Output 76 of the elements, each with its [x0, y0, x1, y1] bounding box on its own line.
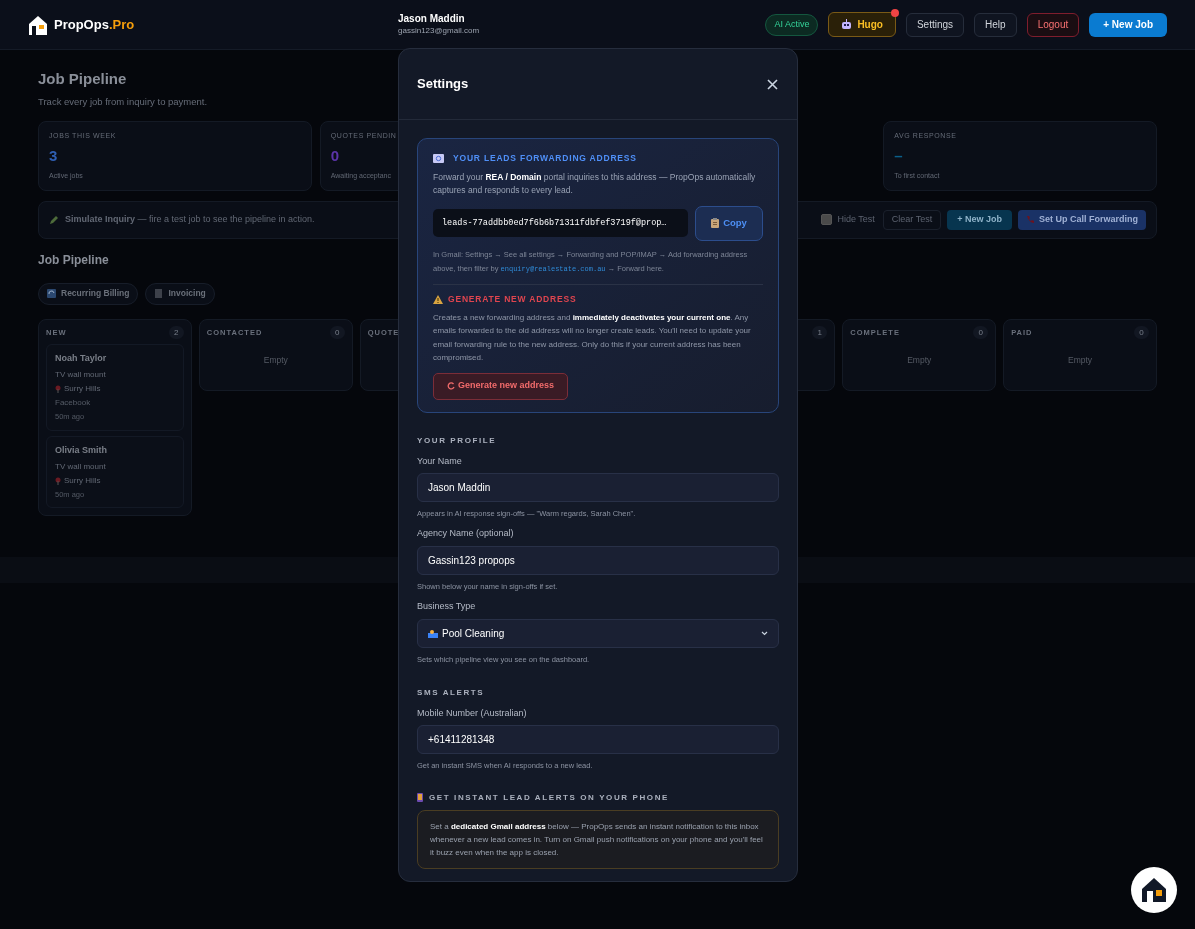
chevron-down-icon: [761, 630, 768, 636]
empty-text: Empty: [1068, 353, 1093, 367]
job-service: TV wall mount: [55, 461, 106, 473]
checkbox[interactable]: [820, 214, 832, 226]
count-badge: 1: [812, 326, 828, 340]
text-field[interactable]: Gassin123 propops: [417, 545, 779, 575]
empty-text: Empty: [263, 353, 288, 367]
logout-button[interactable]: Logout: [1026, 12, 1080, 37]
section-heading: GET INSTANT LEAD ALERTS ON YOUR PHONE: [429, 791, 669, 804]
house-logo-icon: [1139, 875, 1169, 905]
field-label: Mobile Number (Australian): [417, 706, 528, 720]
email-icon: [433, 153, 444, 163]
panel-description: Forward your REA / Domain portal inquiries to this address — PropOps automatically captures and responds to every lead.: [433, 170, 757, 197]
warning-text: Creates a new forwarding address and immediately deactivates your current one. Any emails forwarded to the old address will no longer create leads. You'll need to update your email forwarding rule to the new address. Only do this if your current address has been compromised.: [433, 311, 752, 364]
empty-text: Empty: [907, 353, 932, 367]
count-badge: 0: [329, 326, 345, 340]
logo-text: PropOps.Pro: [54, 15, 135, 34]
count-badge: 2: [168, 326, 184, 340]
job-location: Surry Hills: [64, 475, 101, 487]
home-logo-button[interactable]: [1131, 867, 1177, 913]
text-field[interactable]: Jason Maddin: [417, 473, 779, 502]
close-button[interactable]: [765, 77, 779, 91]
stat-value: 0: [330, 146, 340, 167]
pool-icon: [428, 628, 438, 638]
dialog-title: Settings: [417, 75, 469, 94]
new-job-button[interactable]: + New Job: [1089, 12, 1167, 37]
simulate-text: Simulate Inquiry — fire a test job to see the pipeline in action.: [65, 213, 316, 226]
house-logo-icon: [28, 14, 48, 35]
field-label: Your Name: [417, 454, 463, 468]
section-title: Job Pipeline: [38, 251, 109, 269]
field-label: Business Type: [417, 600, 477, 613]
assistant-button[interactable]: Hugo: [828, 12, 896, 37]
robot-icon: [841, 19, 853, 30]
filter-chip[interactable]: Invoicing: [145, 282, 215, 305]
section-heading: SMS ALERTS: [417, 686, 486, 699]
clear-test-button[interactable]: Clear Test: [882, 209, 942, 230]
filter-chip[interactable]: Recurring Billing: [38, 282, 139, 305]
address-field[interactable]: leads-77addbb0ed7f6b6b71311fdbfef3719f@prop…: [433, 209, 688, 238]
copy-button[interactable]: Copy: [695, 205, 763, 241]
job-location: Surry Hills: [64, 383, 101, 396]
pin-icon: [55, 477, 61, 485]
client-name: Olivia Smith: [55, 443, 107, 457]
panel-heading: YOUR LEADS FORWARDING ADDRESS: [453, 152, 637, 165]
pencil-icon: [49, 214, 59, 225]
refresh-icon: [47, 289, 56, 299]
new-job-button[interactable]: + New Job: [947, 209, 1012, 230]
header-button[interactable]: Help: [974, 12, 1017, 37]
text-field[interactable]: +61411281348: [417, 725, 779, 755]
stat-value: –: [894, 146, 903, 167]
business-type-select[interactable]: Pool Cleaning: [417, 618, 779, 648]
pin-icon: [55, 385, 61, 394]
client-name: Noah Taylor: [55, 351, 107, 365]
alerts-info-panel: Set a dedicated Gmail address below — PropOps sends an instant notification to this inbox whenever a new lead comes in. Turn on Gmail push notifications on your phone and you'll feel it buzz even when the app is closed.: [417, 809, 779, 869]
close-icon: [766, 78, 778, 90]
checkbox-label: Hide Test: [837, 213, 875, 226]
job-service: TV wall mount: [55, 369, 106, 382]
stat-value: 3: [49, 146, 58, 167]
page-title: Job Pipeline: [38, 69, 127, 89]
page-subtitle: Track every job from inquiry to payment.: [38, 94, 208, 109]
count-badge: 0: [973, 326, 989, 340]
header-button[interactable]: Settings: [905, 12, 965, 37]
generate-address-button[interactable]: Generate new address: [433, 372, 569, 400]
section-heading: YOUR PROFILE: [417, 434, 498, 447]
field-label: Agency Name (optional): [417, 527, 515, 541]
warning-heading: GENERATE NEW ADDRESS: [448, 292, 577, 306]
clipboard-icon: [711, 218, 720, 229]
user-name: Jason Maddin: [398, 12, 466, 25]
count-badge: 0: [1134, 326, 1149, 340]
warning-icon: [433, 294, 443, 304]
job-source: Facebook: [55, 397, 91, 410]
status-badge: AI Active: [765, 13, 819, 36]
call-forwarding-button[interactable]: Set Up Call Forwarding: [1018, 209, 1146, 230]
refresh-icon: [447, 382, 455, 390]
user-email: gassin123@gmail.com: [398, 24, 480, 37]
phone-icon: [1026, 215, 1035, 225]
phone-icon: [417, 793, 423, 802]
